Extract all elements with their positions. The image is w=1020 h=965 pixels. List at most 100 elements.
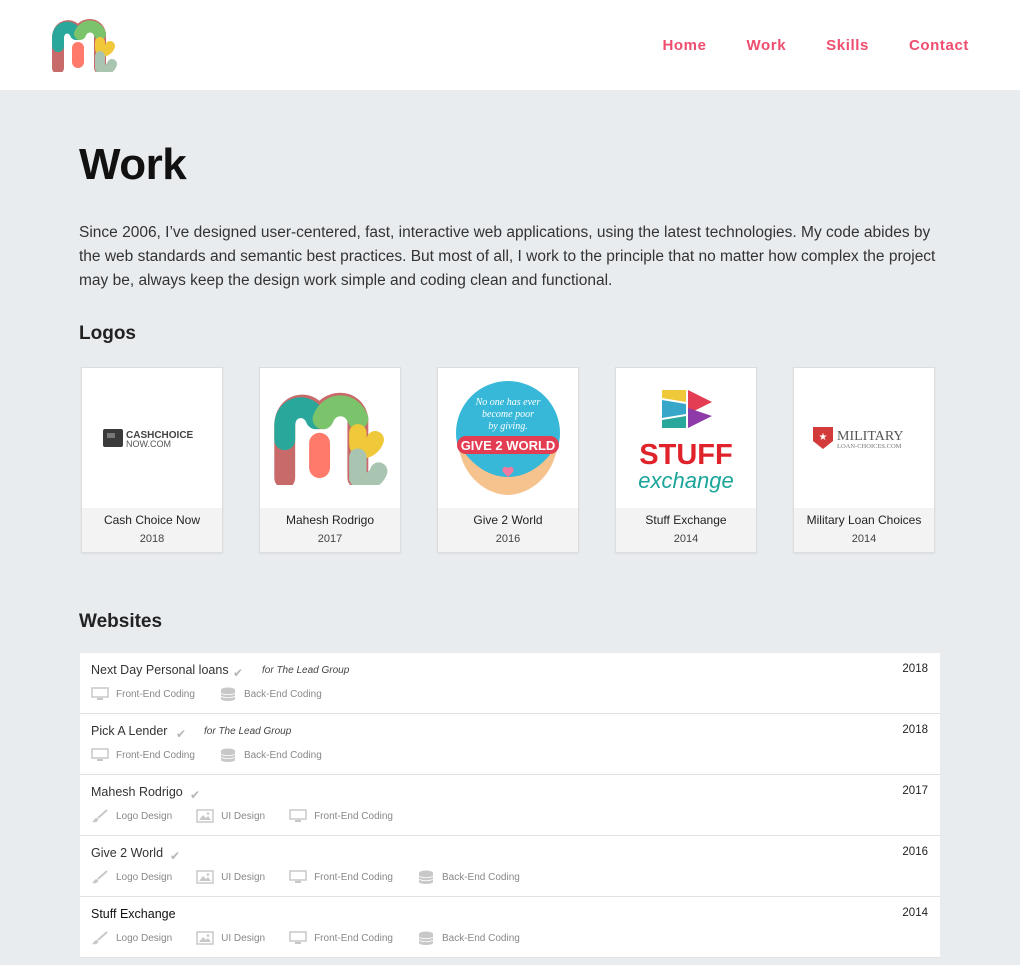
nav-home-link[interactable]: Home [662, 37, 706, 54]
skill-tag: Front-End Coding [289, 870, 393, 884]
website-year: 2018 [902, 724, 928, 736]
cashchoice-logo-image: CASHCHOICE NOW.COM [103, 429, 194, 449]
svg-text:★: ★ [819, 432, 828, 443]
page-title: Work [79, 140, 187, 189]
skill-tag: Back-End Coding [417, 870, 520, 884]
client-label: for The Lead Group [204, 726, 292, 737]
website-year: 2016 [902, 846, 928, 858]
skill-tags: Logo Design UI Design Front-End Coding B… [91, 870, 544, 884]
logo-card-title: Military Loan Choices [806, 513, 922, 527]
logo-card[interactable]: STUFF exchange Stuff Exchange 2014 [615, 367, 757, 553]
monitor-icon [91, 687, 109, 700]
image-icon [196, 931, 214, 945]
logo-card[interactable]: ★ MILITARY LOAN-CHOICES.COM Military Loa… [793, 367, 935, 553]
logo-thumbnail [260, 368, 400, 508]
website-row[interactable]: Stuff Exchange 2014 Logo Design UI Desig… [80, 897, 940, 958]
logo-card[interactable]: No one has ever become poor by giving. G… [437, 367, 579, 553]
logo-card[interactable]: Mahesh Rodrigo 2017 [259, 367, 401, 553]
skill-tags: Front-End Coding Back-End Coding [91, 748, 346, 762]
nav-skills-link[interactable]: Skills [826, 37, 869, 54]
nav-contact-link[interactable]: Contact [909, 37, 969, 54]
site-header: Home Work Skills Contact [0, 0, 1020, 90]
database-icon [418, 870, 434, 884]
svg-text:GIVE 2 WORLD: GIVE 2 WORLD [461, 438, 556, 453]
skill-tag: Front-End Coding [289, 931, 393, 945]
logo-card[interactable]: CASHCHOICE NOW.COM Cash Choice Now 2018 [81, 367, 223, 553]
skill-tag: Back-End Coding [219, 748, 322, 762]
monitor-icon [91, 748, 109, 761]
website-row[interactable]: Pick A Lender ✔ for The Lead Group 2018 … [80, 714, 940, 775]
skill-tags: Logo Design UI Design Front-End Coding [91, 809, 417, 823]
skill-tag: UI Design [196, 870, 265, 884]
database-icon [418, 931, 434, 945]
website-row[interactable]: Give 2 World ✔ 2016 Logo Design UI Desig… [80, 836, 940, 897]
give2world-logo-image: No one has ever become poor by giving. G… [456, 381, 560, 495]
website-row[interactable]: Mahesh Rodrigo ✔ 2017 Logo Design UI Des… [80, 775, 940, 836]
svg-text:NOW.COM: NOW.COM [126, 439, 171, 449]
logo-card-title: Give 2 World [473, 513, 543, 527]
logo-card-year: 2017 [317, 533, 343, 545]
website-title: Next Day Personal loans [91, 663, 229, 677]
skill-tag: UI Design [196, 809, 265, 823]
skill-tag: Logo Design [91, 809, 172, 823]
svg-text:LOAN-CHOICES.COM: LOAN-CHOICES.COM [837, 443, 902, 450]
database-icon [220, 687, 236, 701]
website-row[interactable]: Next Day Personal loans ✔ for The Lead G… [80, 653, 940, 714]
stuff-exchange-logo-image: STUFF exchange [638, 390, 734, 493]
svg-text:No one has ever: No one has ever [475, 397, 541, 408]
website-title: Mahesh Rodrigo [91, 785, 183, 799]
check-icon: ✔ [233, 666, 244, 680]
check-icon: ✔ [190, 788, 201, 802]
logo-card-year: 2014 [851, 533, 877, 545]
main-nav: Home Work Skills Contact [662, 37, 969, 54]
intro-text: Since 2006, I’ve designed user-centered,… [79, 224, 936, 289]
logo-card-title: Cash Choice Now [103, 513, 201, 527]
image-icon [196, 870, 214, 884]
skill-tag: UI Design [196, 931, 265, 945]
skill-tag: Front-End Coding [289, 809, 393, 823]
site-logo[interactable] [50, 18, 118, 72]
website-year: 2017 [902, 785, 928, 797]
logo-card-title: Stuff Exchange [645, 513, 727, 527]
svg-text:STUFF: STUFF [639, 439, 732, 471]
brush-icon [92, 870, 108, 884]
military-loan-logo-image: ★ MILITARY LOAN-CHOICES.COM [813, 427, 904, 450]
image-icon [196, 809, 214, 823]
logo-thumbnail: ★ MILITARY LOAN-CHOICES.COM [794, 368, 934, 508]
website-title: Stuff Exchange [91, 907, 176, 921]
logo-thumbnail: No one has ever become poor by giving. G… [438, 368, 578, 508]
logos-section-title: Logos [79, 323, 136, 344]
monitor-icon [289, 931, 307, 944]
skill-tag: Logo Design [91, 931, 172, 945]
logo-card-year: 2016 [495, 533, 521, 545]
svg-text:by giving.: by giving. [488, 421, 527, 432]
skill-tags: Front-End Coding Back-End Coding [91, 687, 346, 701]
brush-icon [92, 931, 108, 945]
logo-card-year: 2014 [673, 533, 699, 545]
logo-thumbnail: STUFF exchange [616, 368, 756, 508]
website-title: Pick A Lender [91, 724, 168, 738]
skill-tag: Back-End Coding [219, 687, 322, 701]
monitor-icon [289, 870, 307, 883]
client-label: for The Lead Group [262, 665, 350, 676]
website-year: 2018 [902, 663, 928, 675]
database-icon [220, 748, 236, 762]
skill-tags: Logo Design UI Design Front-End Coding B… [91, 931, 544, 945]
mahesh-rodrigo-logo-image [274, 392, 388, 485]
svg-text:become poor: become poor [482, 409, 534, 420]
logo-thumbnail: CASHCHOICE NOW.COM [82, 368, 222, 508]
monitor-icon [289, 809, 307, 822]
websites-section-title: Websites [79, 611, 163, 632]
logos-grid: CASHCHOICE NOW.COM Cash Choice Now 2018 … [81, 367, 935, 553]
check-icon: ✔ [176, 727, 187, 741]
nav-work-link[interactable]: Work [747, 37, 787, 54]
skill-tag: Front-End Coding [91, 687, 195, 701]
websites-list: Next Day Personal loans ✔ for The Lead G… [80, 653, 940, 958]
skill-tag: Back-End Coding [417, 931, 520, 945]
skill-tag: Front-End Coding [91, 748, 195, 762]
website-title: Give 2 World [91, 846, 164, 860]
logo-card-year: 2018 [139, 533, 165, 545]
svg-text:exchange: exchange [638, 468, 733, 493]
skill-tag: Logo Design [91, 870, 172, 884]
brush-icon [92, 809, 108, 823]
